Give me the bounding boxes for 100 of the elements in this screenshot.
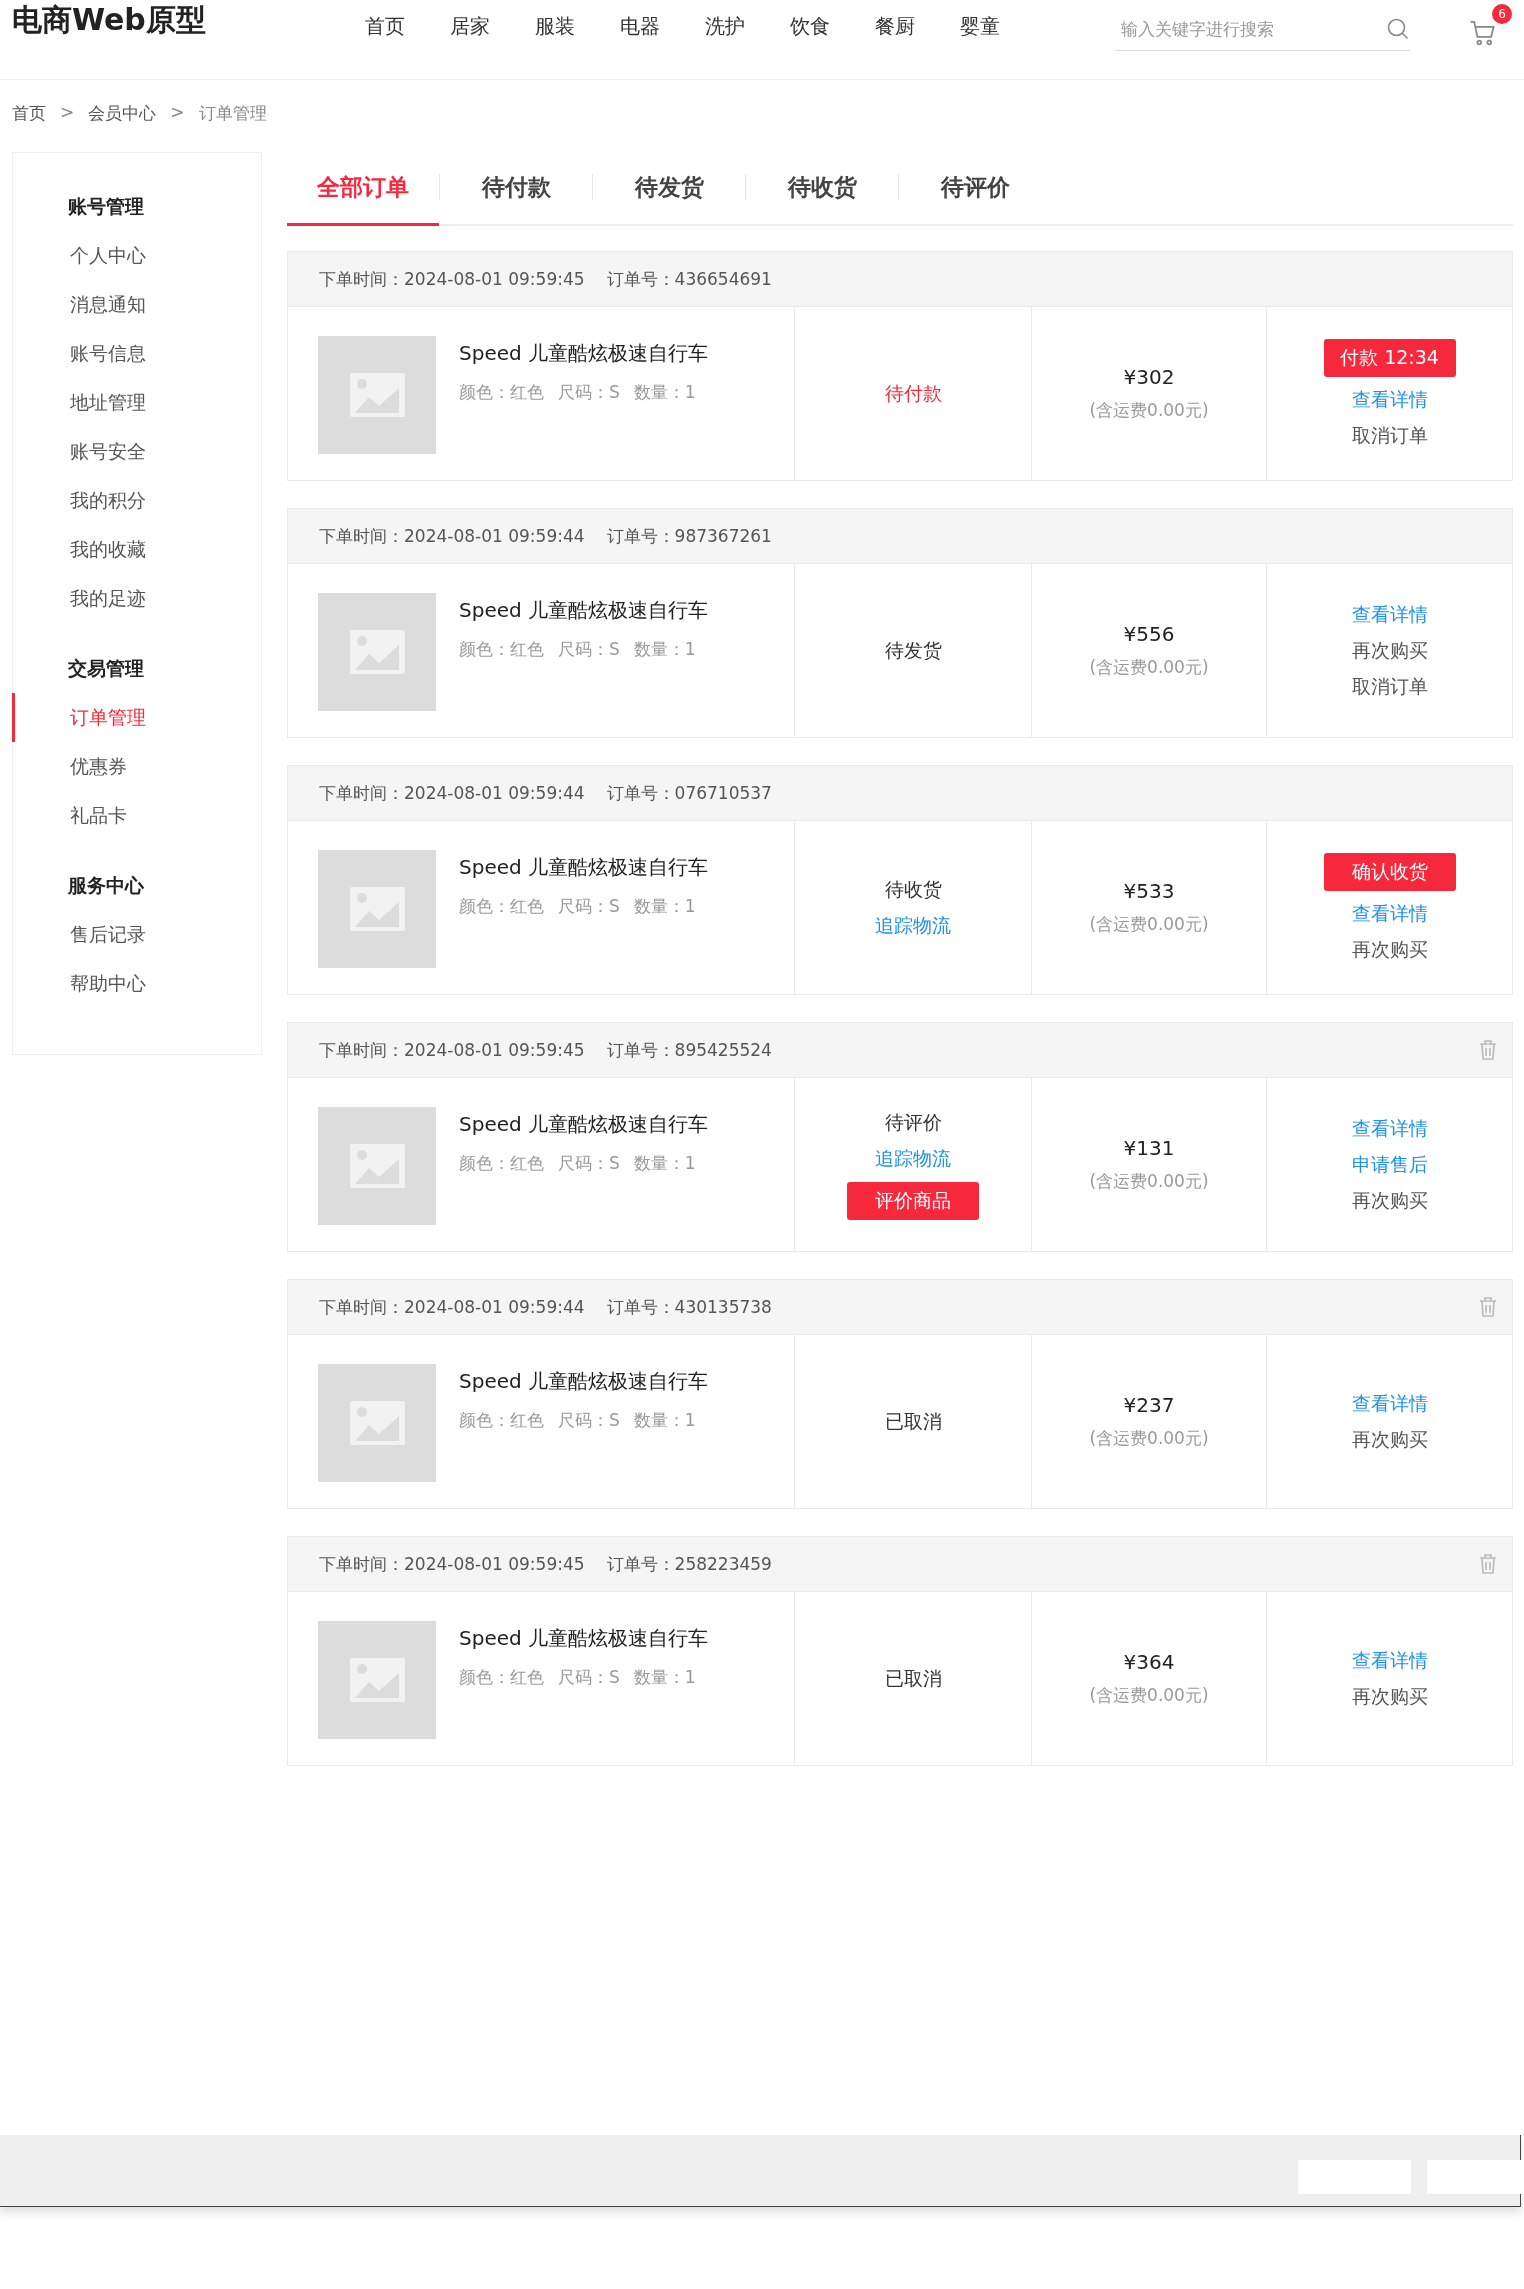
sidebar-item[interactable]: 账号安全 [12, 427, 261, 476]
product-name[interactable]: Speed 儿童酷炫极速自行车 [459, 854, 709, 881]
nav-link[interactable]: 餐厨 [852, 12, 937, 40]
cart-count-badge: 6 [1492, 4, 1512, 24]
order-status: 已取消 [884, 1665, 942, 1691]
order-status: 待付款 [884, 380, 942, 406]
shipping-note: (含运费0.00元) [1089, 656, 1209, 679]
product-spec: 数量：1 [633, 1409, 696, 1432]
product-spec: 尺码：S [558, 1152, 620, 1175]
sidebar-item[interactable]: 售后记录 [12, 910, 261, 959]
product-spec: 尺码：S [558, 895, 620, 918]
order-tab[interactable]: 待收货 [746, 152, 898, 226]
site-logo[interactable]: 电商Web原型 [12, 0, 342, 40]
product-name[interactable]: Speed 儿童酷炫极速自行车 [459, 1368, 709, 1395]
cart-icon[interactable] [1468, 18, 1498, 48]
trash-icon[interactable] [1478, 1296, 1498, 1318]
breadcrumb-link[interactable]: 订单管理 [198, 102, 267, 152]
action-link[interactable]: 取消订单 [1351, 422, 1428, 449]
action-link[interactable]: 再次购买 [1351, 1187, 1428, 1214]
order-tab[interactable]: 待评价 [899, 152, 1051, 226]
action-link[interactable]: 查看详情 [1351, 1115, 1428, 1142]
product-spec: 数量：1 [633, 381, 696, 404]
action-link[interactable]: 再次购买 [1351, 637, 1428, 664]
order-tab[interactable]: 全部订单 [287, 152, 439, 226]
product-name[interactable]: Speed 儿童酷炫极速自行车 [459, 340, 709, 367]
order-status: 待收货 [884, 876, 942, 902]
product-spec: 尺码：S [558, 1409, 620, 1432]
action-link[interactable]: 再次购买 [1351, 1426, 1428, 1453]
product-name[interactable]: Speed 儿童酷炫极速自行车 [459, 1111, 709, 1138]
search-icon[interactable] [1386, 17, 1410, 41]
sidebar-item[interactable]: 优惠券 [12, 742, 261, 791]
order-price: ¥131 [1123, 1136, 1175, 1160]
breadcrumb-link[interactable]: 会员中心 [88, 102, 157, 152]
action-link[interactable]: 查看详情 [1351, 601, 1428, 628]
sidebar-heading: 账号管理 [67, 194, 145, 219]
trash-icon[interactable] [1478, 1553, 1498, 1575]
shipping-note: (含运费0.00元) [1089, 913, 1209, 936]
action-link[interactable]: 查看详情 [1351, 1647, 1428, 1674]
nav-link[interactable]: 婴童 [937, 12, 1022, 40]
product-spec: 颜色：红色 [459, 381, 544, 404]
order-time: 下单时间：2024-08-01 09:59:45 [319, 267, 585, 291]
order-status: 已取消 [884, 1408, 942, 1434]
order-number: 订单号：076710537 [606, 781, 772, 805]
action-button[interactable]: 确认收货 [1323, 852, 1456, 891]
breadcrumb-separator: > [170, 102, 185, 124]
action-link[interactable]: 取消订单 [1351, 673, 1428, 700]
nav-link[interactable]: 饮食 [767, 12, 852, 40]
product-name[interactable]: Speed 儿童酷炫极速自行车 [459, 1625, 709, 1652]
sidebar-item[interactable]: 账号信息 [12, 329, 261, 378]
sidebar-item[interactable]: 个人中心 [12, 231, 261, 280]
shipping-note: (含运费0.00元) [1089, 399, 1209, 422]
sidebar-item[interactable]: 礼品卡 [12, 791, 261, 840]
image-placeholder-icon [318, 336, 436, 454]
sidebar-item[interactable]: 我的积分 [12, 476, 261, 525]
nav-link[interactable]: 洗护 [682, 12, 767, 40]
trash-icon[interactable] [1478, 1039, 1498, 1061]
order-price: ¥364 [1123, 1650, 1175, 1674]
shipping-note: (含运费0.00元) [1089, 1684, 1209, 1707]
order-number: 订单号：436654691 [606, 267, 772, 291]
order-price: ¥533 [1123, 879, 1175, 903]
order-status: 待发货 [884, 637, 942, 663]
sidebar-heading: 服务中心 [67, 873, 145, 898]
order-time: 下单时间：2024-08-01 09:59:44 [319, 781, 585, 805]
order-price: ¥556 [1123, 622, 1175, 646]
action-link[interactable]: 再次购买 [1351, 936, 1428, 963]
order-time: 下单时间：2024-08-01 09:59:45 [319, 1038, 585, 1062]
order-price: ¥302 [1123, 365, 1175, 389]
image-placeholder-icon [318, 1107, 436, 1225]
image-placeholder-icon [318, 1621, 436, 1739]
image-placeholder-icon [318, 850, 436, 968]
action-link[interactable]: 查看详情 [1351, 900, 1428, 927]
breadcrumb-link[interactable]: 首页 [12, 102, 46, 152]
nav-link[interactable]: 居家 [427, 12, 512, 40]
order-number: 订单号：258223459 [606, 1552, 772, 1576]
image-placeholder-icon [318, 593, 436, 711]
product-spec: 颜色：红色 [459, 1666, 544, 1689]
nav-link[interactable]: 服装 [512, 12, 597, 40]
sidebar-item[interactable]: 帮助中心 [12, 959, 261, 1008]
product-spec: 颜色：红色 [459, 1152, 544, 1175]
order-number: 订单号：430135738 [606, 1295, 772, 1319]
nav-link[interactable]: 首页 [342, 12, 427, 40]
action-link[interactable]: 查看详情 [1351, 1390, 1428, 1417]
action-link[interactable]: 再次购买 [1351, 1683, 1428, 1710]
sidebar-heading: 交易管理 [67, 656, 145, 681]
sidebar-item[interactable]: 我的收藏 [12, 525, 261, 574]
action-button[interactable]: 付款 12:34 [1323, 338, 1456, 377]
sidebar-item[interactable]: 订单管理 [12, 693, 261, 742]
sidebar-item[interactable]: 消息通知 [12, 280, 261, 329]
order-tab[interactable]: 待付款 [440, 152, 592, 226]
product-spec: 尺码：S [558, 638, 620, 661]
action-link[interactable]: 查看详情 [1351, 386, 1428, 413]
review-button[interactable]: 评价商品 [847, 1181, 979, 1220]
shipping-note: (含运费0.00元) [1089, 1427, 1209, 1450]
order-tab[interactable]: 待发货 [593, 152, 745, 226]
order-number: 订单号：987367261 [606, 524, 772, 548]
shipping-note: (含运费0.00元) [1089, 1170, 1209, 1193]
sidebar-item[interactable]: 地址管理 [12, 378, 261, 427]
nav-link[interactable]: 电器 [597, 12, 682, 40]
sidebar-item[interactable]: 我的足迹 [12, 574, 261, 623]
product-name[interactable]: Speed 儿童酷炫极速自行车 [459, 597, 709, 624]
